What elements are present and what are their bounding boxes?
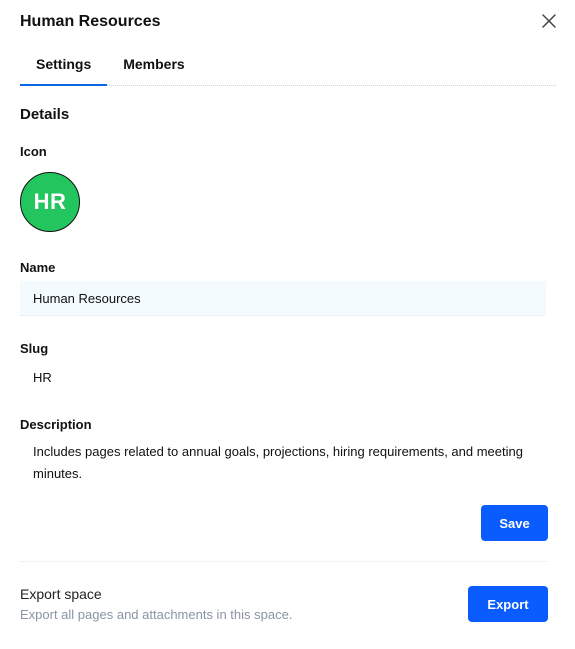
slug-label: Slug <box>20 341 49 356</box>
space-avatar[interactable]: HR <box>20 172 80 232</box>
details-heading: Details <box>20 106 70 123</box>
export-section: Export space Export all pages and attach… <box>20 586 555 622</box>
export-button[interactable]: Export <box>468 586 548 622</box>
tab-settings[interactable]: Settings <box>20 42 108 86</box>
save-row: Save <box>20 505 555 541</box>
export-text: Export space Export all pages and attach… <box>20 586 292 622</box>
export-title: Export space <box>20 586 102 602</box>
export-description: Export all pages and attachments in this… <box>20 607 293 622</box>
tab-members[interactable]: Members <box>107 42 200 85</box>
section-divider <box>20 561 548 562</box>
space-settings-panel: Human Resources Settings Members Details… <box>0 0 575 649</box>
description-label: Description <box>20 417 92 432</box>
close-button[interactable] <box>538 10 560 32</box>
save-button[interactable]: Save <box>481 505 548 541</box>
icon-label: Icon <box>20 144 47 159</box>
description-field[interactable]: Includes pages related to annual goals, … <box>20 441 553 485</box>
page-title: Human Resources <box>20 13 161 30</box>
close-icon <box>542 14 556 28</box>
panel-header: Human Resources <box>20 0 556 42</box>
tab-bar: Settings Members <box>20 42 556 86</box>
slug-field[interactable]: HR <box>20 364 555 390</box>
name-label: Name <box>20 260 56 275</box>
name-input[interactable] <box>20 281 546 316</box>
avatar-initials: HR <box>33 189 67 214</box>
